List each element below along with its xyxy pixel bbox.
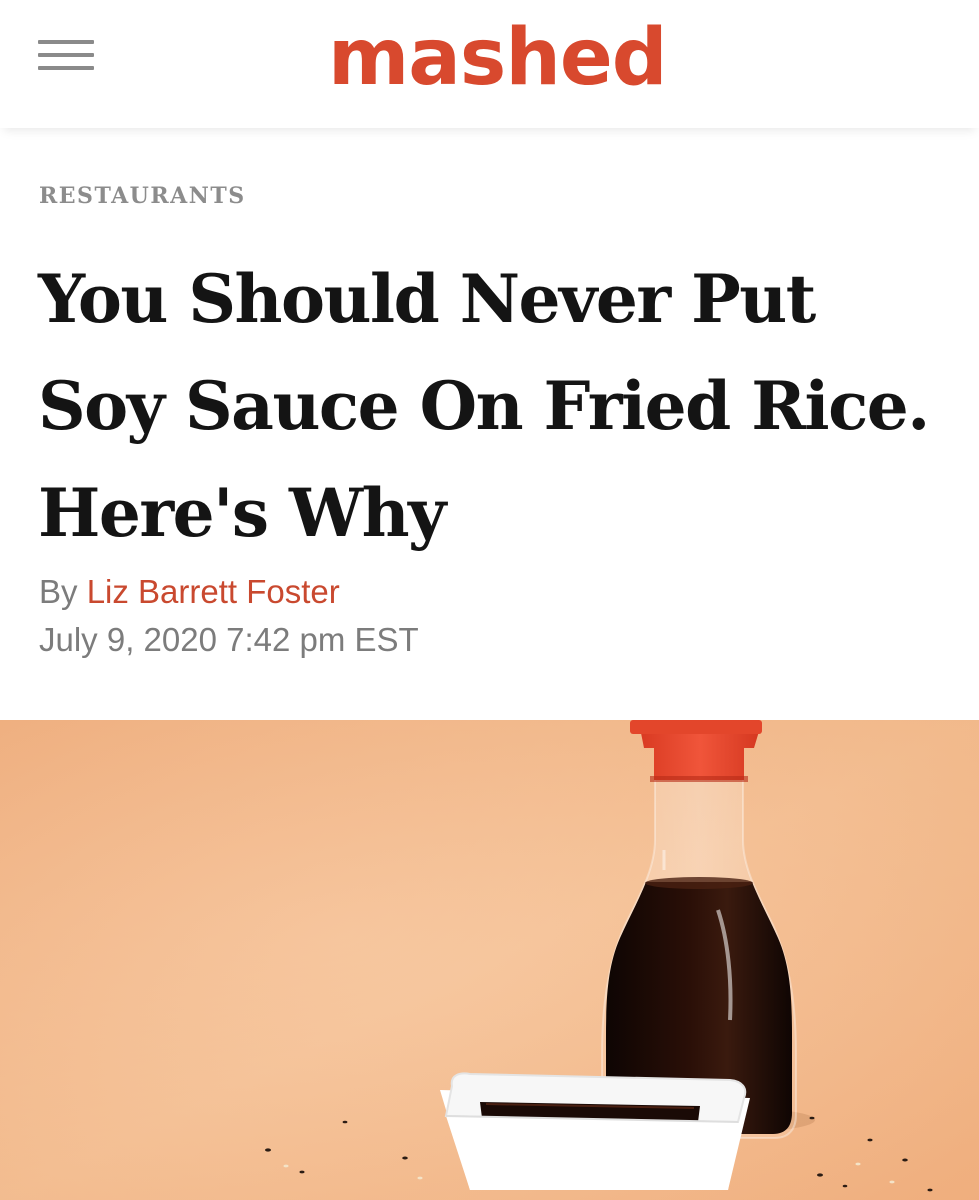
article-title: You Should Never Put Soy Sauce On Fried … <box>38 260 930 552</box>
site-header: mashed <box>0 0 979 128</box>
menu-line <box>38 40 94 44</box>
menu-line <box>38 53 94 57</box>
publish-date: July 9, 2020 7:42 pm EST <box>39 621 419 658</box>
article-category[interactable]: RESTAURANTS <box>39 180 246 212</box>
hero-image <box>0 720 979 1200</box>
menu-line <box>38 66 94 70</box>
soy-sauce-illustration <box>0 720 979 1200</box>
article-byline: By Liz Barrett Foster <box>39 572 340 612</box>
author-link[interactable]: Liz Barrett Foster <box>87 573 340 610</box>
site-logo[interactable]: mashed <box>328 8 668 108</box>
byline-prefix: By <box>39 573 78 610</box>
hamburger-menu-icon[interactable] <box>30 30 102 82</box>
